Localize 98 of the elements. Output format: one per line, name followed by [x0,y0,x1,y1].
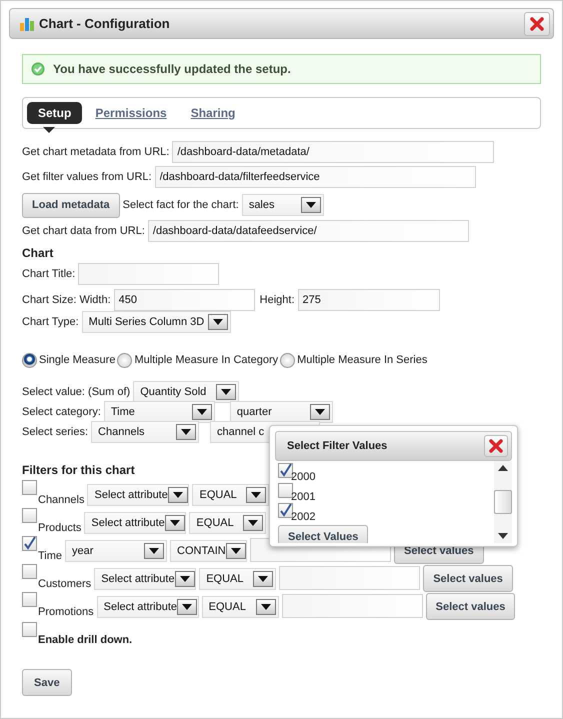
caret-icon [300,197,321,213]
dropdown[interactable]: Multi Series Column 3D [82,311,231,333]
checkbox[interactable] [22,622,37,637]
field-label: Get filter values from URL: [22,171,152,183]
caret-icon [208,314,228,330]
caret-icon [256,599,276,615]
field-label: Chart Type: [22,316,79,328]
radio-label: Multiple Measure In Series [297,354,428,366]
caret-icon [168,487,188,503]
caret-icon [226,543,246,559]
check-circle-icon [31,62,45,76]
width-field[interactable]: 450 [114,289,255,311]
filter-value-field[interactable] [282,594,423,618]
caret-icon [177,599,198,615]
select-values-button[interactable]: Select values [426,593,516,620]
checkbox[interactable] [278,503,293,518]
section-heading: Chart [22,246,54,260]
dropdown[interactable]: EQUAL [202,596,279,618]
dropdown[interactable]: EQUAL [189,512,266,534]
caret-icon [216,384,236,400]
checkbox[interactable] [278,483,293,498]
filter-value-field[interactable] [279,566,420,590]
filter-label: Products [38,522,82,534]
checkbox[interactable] [278,463,293,478]
tab[interactable]: Permissions [84,102,178,124]
caret-icon [253,571,274,587]
chart-title-field[interactable] [78,263,220,285]
field-label: Get chart data from URL: [22,225,145,237]
caret-icon [246,487,266,503]
tab[interactable]: Setup [27,102,82,124]
filter-label: Customers [38,578,92,590]
dropdown[interactable]: Select attribute [96,596,199,618]
radio-button[interactable] [117,352,132,368]
scroll-up-icon[interactable] [498,465,508,471]
value-label: 2002 [291,511,316,523]
radio-button[interactable] [280,352,296,368]
load-metadata-button[interactable]: Load metadata [22,192,120,218]
filter-label: Channels [38,494,84,506]
dropdown[interactable]: quarter [230,401,333,423]
value-label: 2001 [291,491,316,503]
dropdown[interactable]: Select attribute [94,568,196,590]
field-label: Select value: (Sum of) [22,386,130,398]
url-field[interactable]: /dashboard-data/datafeedservice/ [148,220,469,242]
message-text: You have successfully updated the setup. [53,62,291,76]
caret-icon [144,543,164,559]
bar-chart-icon [20,16,34,30]
value-label: 2000 [291,471,316,483]
dropdown[interactable]: Select attribute [84,512,186,534]
radio-label: Multiple Measure In Category [134,354,278,366]
caret-icon [243,515,264,531]
checkbox-label: Enable drill down. [38,634,132,646]
close-button[interactable] [524,12,550,36]
tab-pointer-icon [43,127,55,133]
height-field[interactable]: 275 [298,289,440,311]
checkbox[interactable] [22,564,37,579]
filter-label: Time [38,550,62,562]
checkbox[interactable] [22,480,37,495]
dropdown[interactable]: CONTAIN [170,540,248,562]
dropdown[interactable]: EQUAL [192,484,270,506]
field-label: Select series: [22,426,88,438]
close-icon [530,16,544,30]
caret-icon [176,424,196,440]
caret-icon [174,571,195,587]
dropdown[interactable]: Channels [91,421,200,443]
dropdown[interactable]: Time [104,401,215,423]
checkbox[interactable] [22,508,37,523]
section-heading: Filters for this chart [22,463,135,477]
field-label: Height: [260,294,294,306]
select-values-button[interactable]: Select Values [278,525,368,543]
popup-title: Select Filter Values [287,440,388,452]
radio-label: Single Measure [39,354,116,366]
dropdown[interactable]: sales [242,194,324,216]
url-field[interactable]: /dashboard-data/metadata/ [172,141,494,163]
caret-icon [310,404,330,420]
dropdown[interactable]: Quantity Sold [133,381,240,403]
dropdown[interactable]: year [65,540,168,562]
caret-icon [164,515,185,531]
field-label: Select fact for the chart: [122,199,239,211]
checkbox[interactable] [22,536,37,551]
radio-button[interactable] [22,352,37,368]
filter-label: Promotions [38,606,94,618]
field-label: Get chart metadata from URL: [22,146,170,158]
close-icon [489,439,503,453]
dropdown[interactable]: EQUAL [199,568,276,590]
tab[interactable]: Sharing [180,102,246,124]
caret-icon [192,404,212,420]
field-label: Select category: [22,406,101,418]
dropdown[interactable]: Select attribute [87,484,190,506]
save-button[interactable]: Save [22,669,72,696]
close-button[interactable] [484,435,508,457]
field-label: Chart Title: [22,268,76,280]
window-title: Chart - Configuration [39,16,171,31]
select-values-button[interactable]: Select values [423,565,513,592]
url-field[interactable]: /dashboard-data/filterfeedservice [154,166,476,188]
field-label: Chart Size: Width: [22,294,111,306]
scroll-down-icon[interactable] [498,533,508,539]
scrollbar[interactable] [494,461,512,543]
checkbox[interactable] [22,592,37,607]
